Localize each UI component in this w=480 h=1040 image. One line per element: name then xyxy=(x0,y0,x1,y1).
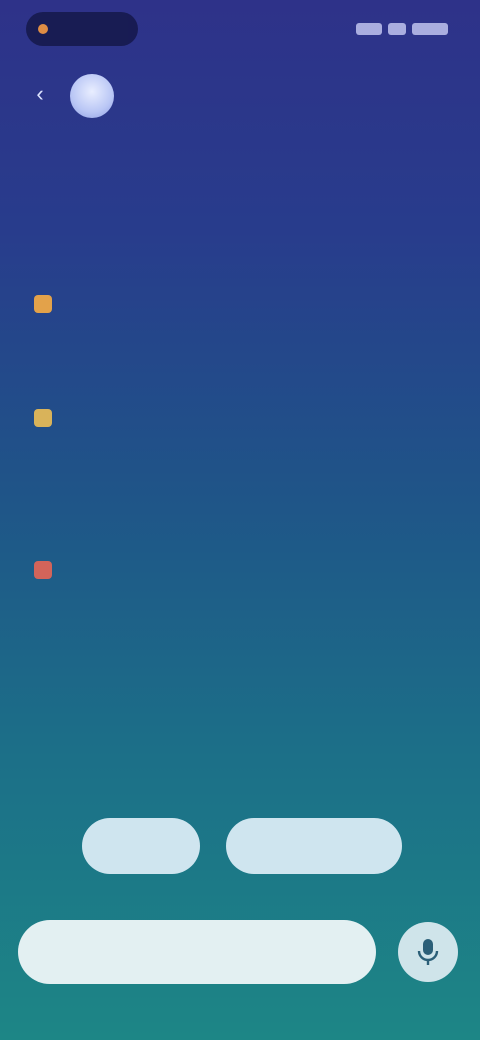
item-emoji-icon xyxy=(34,409,52,427)
system-status-icons xyxy=(354,20,448,38)
back-arrow-icon[interactable]: ‹ xyxy=(26,80,54,108)
list-item xyxy=(34,558,384,586)
chat-screen: ‹ xyxy=(0,0,480,1040)
message-input[interactable] xyxy=(18,920,376,984)
microphone-glyph xyxy=(417,939,439,965)
microphone-icon[interactable] xyxy=(398,922,458,982)
status-pill[interactable] xyxy=(26,12,138,46)
message-composer xyxy=(18,920,376,984)
list-item xyxy=(34,406,384,434)
suggestion-chip[interactable] xyxy=(82,818,200,874)
signal-icon xyxy=(356,23,382,35)
wifi-icon xyxy=(388,23,406,35)
item-emoji-icon xyxy=(34,561,52,579)
battery-icon xyxy=(412,23,448,35)
item-emoji-icon xyxy=(34,295,52,313)
recording-indicator-icon xyxy=(38,24,48,34)
list-item xyxy=(34,292,384,320)
suggestion-chip[interactable] xyxy=(226,818,402,874)
assistant-avatar[interactable] xyxy=(70,74,114,118)
